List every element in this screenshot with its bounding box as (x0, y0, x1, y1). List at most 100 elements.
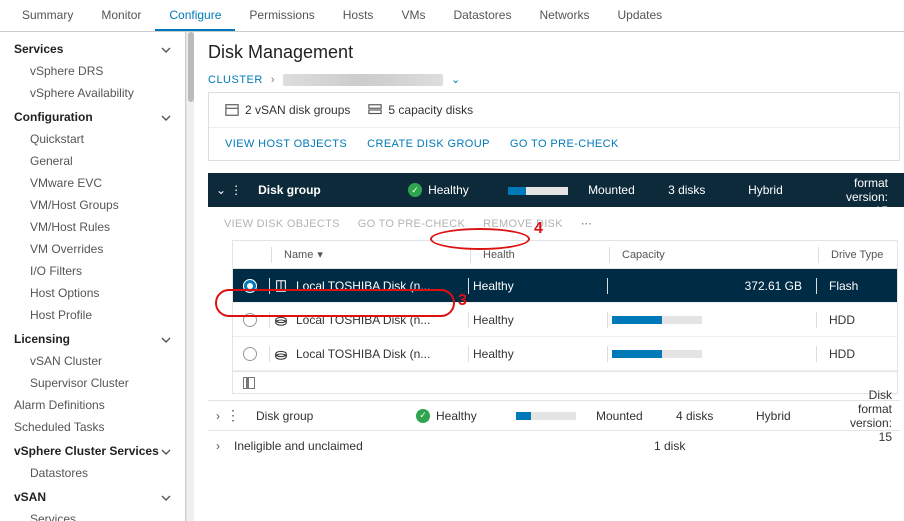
sidebar-item-vmware-evc[interactable]: VMware EVC (0, 172, 185, 194)
sidebar-item-vm-host-groups[interactable]: VM/Host Groups (0, 194, 185, 216)
disk-group-actions: VIEW DISK OBJECTS GO TO PRE-CHECK REMOVE D… (208, 207, 904, 240)
disk-capacity-cell: 372.61 GB (612, 279, 812, 293)
chevron-down-icon (161, 42, 171, 56)
chevron-down-icon[interactable]: ⌄ (216, 183, 226, 197)
kebab-menu-icon[interactable]: ⋮ (230, 183, 242, 197)
tab-summary[interactable]: Summary (8, 0, 87, 31)
tab-updates[interactable]: Updates (603, 0, 676, 31)
chevron-down-icon (161, 444, 171, 458)
sidebar-item-quickstart[interactable]: Quickstart (0, 128, 185, 150)
disk-group-icon (225, 103, 239, 117)
disk-group-mode: Hybrid (740, 183, 830, 197)
disks-icon (368, 103, 382, 117)
sidebar-item-vsphere-availability[interactable]: vSphere Availability (0, 82, 185, 104)
sidebar-item-datastores[interactable]: Datastores (0, 462, 185, 484)
group-label: Disk group (248, 409, 408, 423)
disk-action-remove-disk[interactable]: REMOVE DISK (483, 218, 563, 230)
chevron-down-icon[interactable]: ⌄ (451, 73, 461, 86)
sidebar-item-supervisor-cluster[interactable]: Supervisor Cluster (0, 372, 185, 394)
sidebar-item-vm-host-rules[interactable]: VM/Host Rules (0, 216, 185, 238)
disk-health-cell: Healthy (473, 347, 603, 361)
sidebar-item-host-options[interactable]: Host Options (0, 282, 185, 304)
usage-bar (508, 187, 568, 195)
page-title: Disk Management (208, 42, 904, 63)
tab-vms[interactable]: VMs (387, 0, 439, 31)
disk-format-version: Disk format version: 15 (830, 162, 896, 218)
configure-sidebar: ServicesvSphere DRSvSphere AvailabilityC… (0, 32, 186, 521)
action-create-disk-group[interactable]: CREATE DISK GROUP (367, 138, 490, 150)
disk-name-cell: Local TOSHIBA Disk (n... (274, 279, 464, 293)
more-actions-icon[interactable]: ⋯ (581, 217, 592, 230)
disk-capacity-cell (612, 350, 812, 358)
sidebar-item-alarm-definitions[interactable]: Alarm Definitions (0, 394, 185, 416)
tab-monitor[interactable]: Monitor (87, 0, 155, 31)
radio-button[interactable] (243, 279, 257, 293)
action-go-to-pre-check[interactable]: GO TO PRE-CHECK (510, 138, 619, 150)
column-picker-icon[interactable] (243, 377, 255, 389)
disk-format-version: Disk format version: 15 (838, 388, 900, 444)
sidebar-group-configuration[interactable]: Configuration (0, 104, 185, 128)
tab-configure[interactable]: Configure (155, 0, 235, 31)
chevron-right-icon[interactable]: › (216, 409, 220, 423)
table-footer (233, 371, 897, 393)
sidebar-item-services[interactable]: Services (0, 508, 185, 521)
tab-datastores[interactable]: Datastores (439, 0, 525, 31)
disk-count: 3 disks (660, 183, 740, 197)
sidebar-item-vm-overrides[interactable]: VM Overrides (0, 238, 185, 260)
disk-group-health: Healthy (428, 183, 469, 197)
sidebar-group-services[interactable]: Services (0, 36, 185, 60)
chevron-down-icon (161, 490, 171, 504)
disk-name-cell: Local TOSHIBA Disk (n... (274, 313, 464, 327)
tab-hosts[interactable]: Hosts (329, 0, 388, 31)
disk-name-cell: Local TOSHIBA Disk (n... (274, 347, 464, 361)
disk-drive-type-cell: HDD (821, 347, 897, 361)
health-check-icon (416, 409, 430, 423)
sidebar-group-licensing[interactable]: Licensing (0, 326, 185, 350)
radio-button[interactable] (243, 313, 257, 327)
column-drive-type[interactable]: Drive Type (823, 249, 897, 261)
summary-box: 2 vSAN disk groups 5 capacity disks VIEW… (208, 92, 900, 161)
collapsed-group-row: ›Ineligible and unclaimed1 disk (208, 430, 900, 460)
disk-action-go-to-pre-check[interactable]: GO TO PRE-CHECK (358, 218, 465, 230)
disk-row[interactable]: Local TOSHIBA Disk (n...HealthyHDD (233, 303, 897, 337)
breadcrumb-current-redacted (283, 74, 443, 86)
breadcrumb: CLUSTER › ⌄ (208, 73, 904, 86)
column-name[interactable]: Name▾ (276, 248, 466, 261)
radio-button[interactable] (243, 347, 257, 361)
sidebar-item-general[interactable]: General (0, 150, 185, 172)
top-tabs: SummaryMonitorConfigurePermissionsHostsV… (0, 0, 904, 32)
capacity-disks-count: 5 capacity disks (368, 103, 473, 117)
chevron-right-icon[interactable]: › (216, 439, 220, 453)
column-capacity[interactable]: Capacity (614, 249, 814, 261)
breadcrumb-root[interactable]: CLUSTER (208, 74, 263, 86)
tab-permissions[interactable]: Permissions (235, 0, 328, 31)
action-view-host-objects[interactable]: VIEW HOST OBJECTS (225, 138, 347, 150)
disk-row[interactable]: Local TOSHIBA Disk (n...Healthy372.61 GB… (233, 269, 897, 303)
disk-capacity-cell (612, 316, 812, 324)
tab-networks[interactable]: Networks (525, 0, 603, 31)
sidebar-item-scheduled-tasks[interactable]: Scheduled Tasks (0, 416, 185, 438)
sidebar-scrollbar[interactable] (186, 32, 194, 521)
column-health[interactable]: Health (475, 249, 605, 261)
kebab-menu-icon[interactable]: ⋮ (226, 407, 240, 424)
disk-group-header: ⌄ ⋮ Disk group Healthy Mounted 3 disks H… (208, 173, 904, 207)
sidebar-item-vsphere-drs[interactable]: vSphere DRS (0, 60, 185, 82)
chevron-right-icon: › (271, 74, 275, 86)
collapsed-group-row: ›⋮Disk groupHealthyMounted4 disksHybridD… (208, 400, 900, 430)
disks-table: Name▾ Health Capacity Drive Type Local T… (232, 240, 898, 394)
disk-row[interactable]: Local TOSHIBA Disk (n... Healthy HDD (233, 337, 897, 371)
sidebar-item-host-profile[interactable]: Host Profile (0, 304, 185, 326)
sidebar-group-vsan[interactable]: vSAN (0, 484, 185, 508)
chevron-down-icon (161, 110, 171, 124)
disk-group-label: Disk group (250, 183, 400, 197)
disk-drive-type-cell: Flash (821, 279, 897, 293)
mount-state: Mounted (588, 409, 668, 423)
mount-state: Mounted (580, 183, 660, 197)
disk-action-view-disk-objects[interactable]: VIEW DISK OBJECTS (224, 218, 340, 230)
disk-count: 1 disk (646, 439, 726, 453)
disk-count: 4 disks (668, 409, 748, 423)
sidebar-item-i-o-filters[interactable]: I/O Filters (0, 260, 185, 282)
sidebar-item-vsan-cluster[interactable]: vSAN Cluster (0, 350, 185, 372)
sidebar-group-vsphere-cluster-services[interactable]: vSphere Cluster Services (0, 438, 185, 462)
group-mode: Hybrid (748, 409, 838, 423)
